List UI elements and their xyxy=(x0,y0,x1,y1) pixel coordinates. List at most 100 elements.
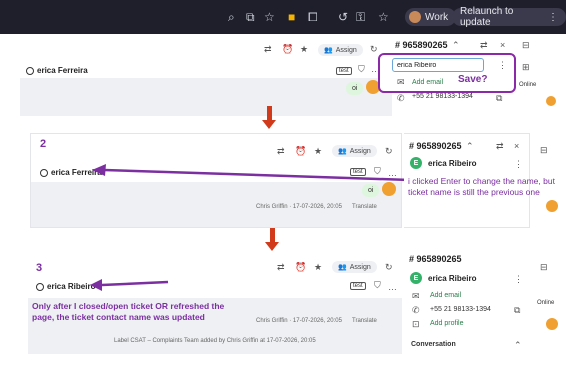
avatar xyxy=(409,11,421,23)
assign-button[interactable]: 👥 Assign xyxy=(332,261,377,273)
label-icon[interactable]: ⛉ xyxy=(374,280,381,291)
tag-chip[interactable]: test xyxy=(350,282,366,290)
email-icon: ✉ xyxy=(397,77,405,87)
chevron-up-icon[interactable]: ⌃ xyxy=(452,40,460,51)
apps-icon[interactable]: ⊞ xyxy=(522,62,530,73)
translate-link[interactable]: Translate xyxy=(352,204,377,210)
assign-label: Assign xyxy=(349,147,371,155)
save-annotation: Save? xyxy=(458,74,488,85)
message-meta: Chris Griffin · 17-07-2026, 20:05 xyxy=(256,318,342,324)
assign-button[interactable]: 👥 Assign xyxy=(318,44,363,56)
close-icon[interactable]: × xyxy=(500,40,505,50)
side-avatar xyxy=(546,200,558,212)
ticket-contact-name[interactable]: erica Ribeiro xyxy=(36,282,95,291)
online-status: Online xyxy=(537,300,555,306)
step1-chat-area xyxy=(20,78,392,116)
step2-pointer-arrow xyxy=(92,164,411,182)
chevron-up-icon[interactable]: ⌃ xyxy=(466,141,474,152)
panel-contact-name[interactable]: erica Ribeiro xyxy=(428,159,476,168)
phone-number: +55 21 98133-1394 xyxy=(430,306,491,313)
ticket-number: # 965890265 xyxy=(395,40,448,50)
contact-name-input[interactable] xyxy=(392,58,484,72)
merge-icon[interactable]: ⇄ xyxy=(277,146,285,157)
zoom-icon[interactable]: ⌕ xyxy=(228,10,235,25)
alarm-icon[interactable]: ⏰ xyxy=(295,262,306,273)
email-icon: ✉ xyxy=(412,291,420,301)
step3-annotation: Only after I closed/open ticket OR refre… xyxy=(32,301,225,322)
whatsapp-icon xyxy=(36,282,44,291)
profile-icon: ⊡ xyxy=(412,319,420,329)
alarm-icon[interactable]: ⏰ xyxy=(282,44,293,55)
people-icon: 👥 xyxy=(338,148,347,155)
message-bubble: oi xyxy=(346,82,364,95)
side-avatar xyxy=(546,96,556,106)
label-icon[interactable]: ⛉ xyxy=(358,64,365,75)
message-meta: Chris Griffin · 17-07-2026, 20:05 xyxy=(256,204,342,210)
merge-icon[interactable]: ⇄ xyxy=(496,141,504,152)
step2-chat-area xyxy=(31,182,401,227)
people-icon: 👥 xyxy=(338,264,347,271)
add-profile-link[interactable]: Add profile xyxy=(430,320,463,327)
online-status: Online xyxy=(519,82,537,88)
assign-label: Assign xyxy=(335,46,357,54)
star-icon[interactable]: ★ xyxy=(314,146,322,157)
star-icon[interactable]: ★ xyxy=(300,44,308,55)
phone-number: +55 21 98133-1394 xyxy=(412,93,473,100)
more-icon[interactable]: … xyxy=(388,282,397,292)
bookmark-star-icon[interactable]: ☆ xyxy=(264,10,275,24)
people-icon: 👥 xyxy=(324,47,333,54)
step2-annotation: i clicked Enter to change the name, but … xyxy=(408,176,555,197)
translate-link[interactable]: Translate xyxy=(352,318,377,324)
ticket-contact-name[interactable]: erica Ferreira xyxy=(26,66,88,75)
extension-icon[interactable]: ■ xyxy=(288,10,295,24)
contact-avatar: E xyxy=(410,157,422,169)
puzzle-icon[interactable]: ⧠ xyxy=(308,10,318,25)
merge-icon[interactable]: ⇄ xyxy=(264,44,272,55)
contact-avatar: E xyxy=(410,272,422,284)
star-icon[interactable]: ★ xyxy=(314,262,322,273)
side-avatar xyxy=(546,318,558,330)
more-vertical-icon[interactable]: ⋮ xyxy=(514,274,523,285)
merge-icon[interactable]: ⇄ xyxy=(480,40,488,51)
copy-icon[interactable]: ⧉ xyxy=(514,305,520,316)
whatsapp-icon xyxy=(26,66,34,75)
sidebar-toggle-icon[interactable]: ⊟ xyxy=(522,40,530,51)
merge-icon[interactable]: ⇄ xyxy=(277,262,285,273)
down-arrow-shaft xyxy=(267,106,272,120)
copy-icon[interactable]: ⧉ xyxy=(496,93,502,104)
profile-label: Work xyxy=(425,11,449,23)
bookmarks-icon[interactable]: ☆ xyxy=(378,10,389,24)
sidebar-toggle-icon[interactable]: ⊟ xyxy=(540,145,548,156)
ticket-number: # 965890265 xyxy=(409,141,462,151)
profile-button[interactable]: Work xyxy=(405,8,457,26)
down-arrow-head xyxy=(265,242,279,251)
alarm-icon[interactable]: ⏰ xyxy=(295,146,306,157)
conversation-section-header[interactable]: Conversation xyxy=(411,341,456,348)
history-icon[interactable]: ↺ xyxy=(338,10,348,24)
more-vertical-icon[interactable]: ⋮ xyxy=(498,60,507,71)
chevron-up-icon[interactable]: ⌃ xyxy=(514,340,522,351)
step3-pointer-arrow xyxy=(90,279,169,291)
relaunch-button[interactable]: Relaunch to update ⋮ xyxy=(452,6,566,28)
add-email-link[interactable]: Add email xyxy=(430,292,461,299)
cast-icon[interactable]: ⧉ xyxy=(246,10,255,25)
menu-dots-icon[interactable]: ⋮ xyxy=(548,12,558,23)
more-vertical-icon[interactable]: ⋮ xyxy=(514,159,523,170)
sidebar-toggle-icon[interactable]: ⊟ xyxy=(540,262,548,273)
down-arrow-head xyxy=(262,120,276,129)
panel-contact-name[interactable]: erica Ribeiro xyxy=(428,274,476,283)
refresh-icon[interactable]: ↻ xyxy=(370,44,378,55)
close-icon[interactable]: × xyxy=(514,141,519,151)
relaunch-label: Relaunch to update xyxy=(460,6,514,28)
assign-button[interactable]: 👥 Assign xyxy=(332,145,377,157)
refresh-icon[interactable]: ↻ xyxy=(385,146,393,157)
add-email-link[interactable]: Add email xyxy=(412,79,443,86)
label-event-line: Label CSAT – Complaints Team added by Ch… xyxy=(114,338,316,344)
ticket-number: # 965890265 xyxy=(409,254,462,264)
refresh-icon[interactable]: ↻ xyxy=(385,262,393,273)
assign-label: Assign xyxy=(349,263,371,271)
phone-icon: ✆ xyxy=(397,93,405,103)
password-key-icon[interactable]: ⚿ xyxy=(356,10,365,25)
contact-name-label: erica Ferreira xyxy=(37,66,88,75)
tag-chip[interactable]: test xyxy=(336,67,352,75)
